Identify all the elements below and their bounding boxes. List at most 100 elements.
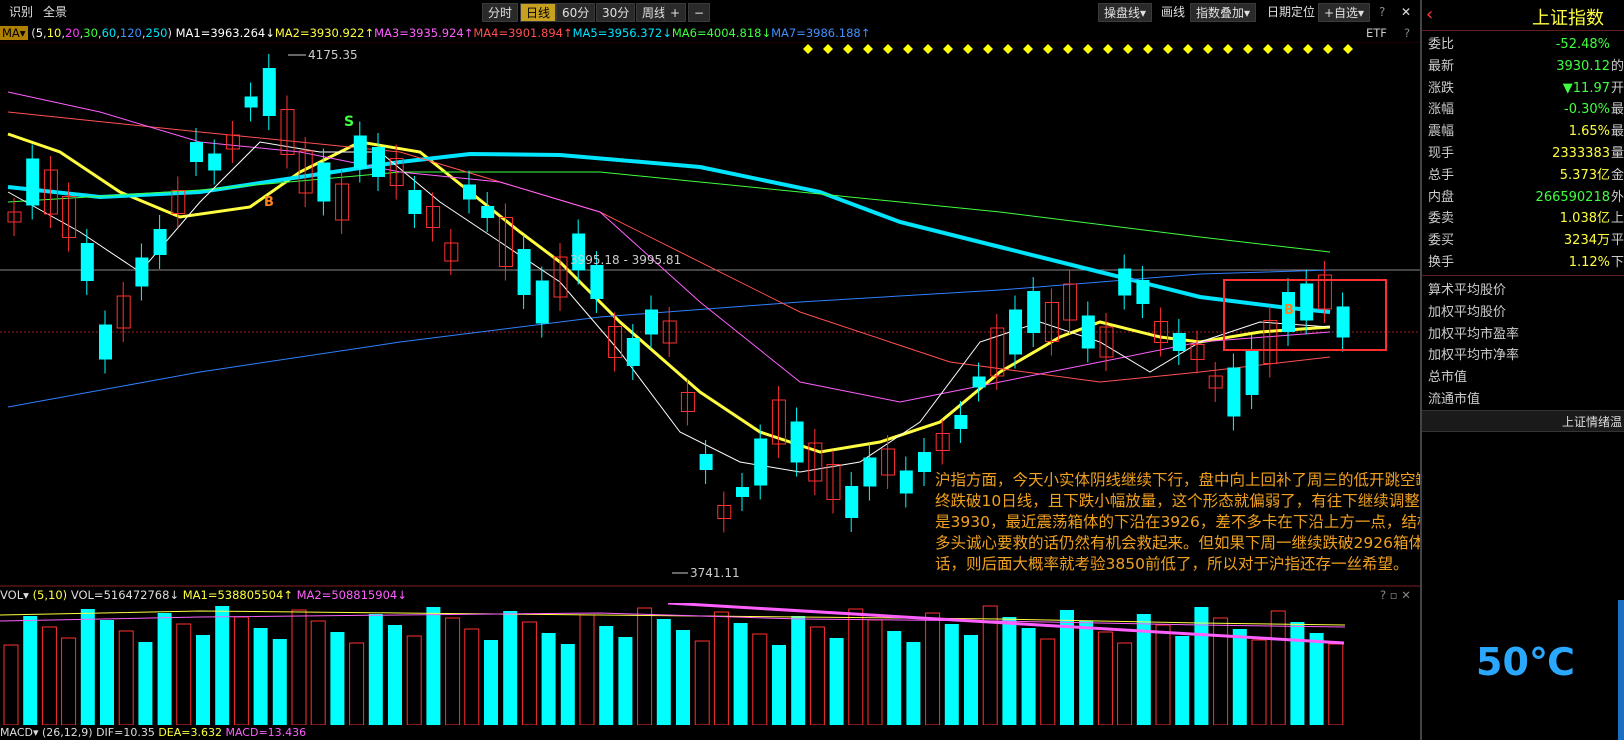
ma-param: 120 [119,26,142,40]
low-price-label: 3741.11 [690,566,740,580]
date-locate-button[interactable]: 日期定位 [1262,3,1320,22]
index-overlay-dropdown[interactable]: 指数叠加▾ [1190,3,1257,22]
vol-window-controls[interactable]: ? ▫ ✕ [1380,587,1411,603]
quote-label: 涨幅 [1428,102,1455,118]
tab-intraday[interactable]: 分时 [482,3,519,22]
candle-body [463,184,476,200]
stat-row: 流通市值 [1428,389,1624,410]
zoom-in-button[interactable]: + [664,3,687,22]
macd-indicator-bar: MACD▾ (26,12,9) DIF=10.35 DEA=3.632 MACD… [0,726,1420,740]
panorama-button[interactable]: 全景 [38,3,72,22]
volume-bar [1079,621,1094,725]
volume-bar [1328,643,1344,725]
volume-bar [330,632,345,725]
volume-bar [80,609,95,725]
quote-value: 1.12% [1568,255,1610,270]
ma-value: MA3=3935.924↑ [374,26,474,40]
diamond-marker [823,44,833,54]
candle-body [1300,283,1314,321]
volume-bar [791,616,806,725]
ma-value: MA7=3986.188↑ [771,26,871,40]
quote-extra-label: 平 [1610,233,1624,249]
draw-line-button[interactable]: 画线 [1156,3,1190,22]
vol-value: VOL=516472768↓ [70,588,180,602]
candle-body [208,153,222,171]
quote-value: 3930.12 [1556,58,1610,74]
quote-extra-label: 最 [1610,102,1624,118]
diamond-marker [1263,44,1273,54]
ma-value: MA2=3930.922↑ [274,26,375,40]
candle-body [645,309,658,335]
quote-row: 涨幅 -0.30% 最 [1428,99,1624,120]
candle-body [80,243,94,281]
trade-line-dropdown[interactable]: 操盘线▾ [1098,3,1153,22]
candle-body [972,376,986,388]
candle-body [262,68,276,116]
volume-bar [944,624,959,725]
quote-extra-label: 下 [1610,255,1624,270]
volume-bar [1309,633,1324,725]
macd-selector[interactable]: MACD▾ [0,726,39,739]
volume-bar [406,635,422,725]
ma-selector[interactable]: MA▾ [0,26,28,40]
etf-label[interactable]: ETF [1366,25,1387,42]
tab-30min[interactable]: 30分 [596,3,636,22]
ma-param: 5 [35,26,44,40]
back-icon[interactable]: ‹ [1426,4,1433,25]
volume-bar [887,631,902,725]
volume-bar [1232,629,1247,725]
volume-chart[interactable] [0,603,1420,725]
volume-bar [368,614,383,725]
volume-bar [829,638,844,725]
candle-body [754,438,768,486]
diamond-marker [1143,44,1153,54]
candle-body [1009,309,1022,355]
chart-toolbar: 识别 全景 分时 日线 60分 30分 周线▾ + − 操盘线▾ 画线 指数叠加… [0,0,1420,24]
zoom-out-button[interactable]: − [688,3,711,22]
diamond-marker [1323,44,1333,54]
volume-bar [388,625,402,725]
stat-label: 加权平均市净率 [1428,348,1520,364]
help-icon[interactable]: ? [1374,3,1390,22]
candle-body [1118,268,1132,296]
volume-bar [1021,628,1036,725]
volume-bar [61,637,77,725]
stat-label: 总市值 [1428,370,1468,386]
volume-bar [752,633,768,725]
quote-label: 最新 [1428,58,1455,74]
vol-selector[interactable]: VOL▾ [0,588,29,602]
volume-bar [233,616,249,725]
volume-bar [733,623,748,725]
diamond-marker [1023,44,1033,54]
quote-label: 委卖 [1428,211,1455,227]
diamond-marker [963,44,973,54]
ma-line [7,151,1331,314]
volume-bar [713,611,729,725]
quote-row: 委比 -52.48% [1428,34,1624,55]
ma-param: 60 [101,26,117,40]
volume-bar [1290,622,1305,725]
watchlist-dropdown[interactable]: +自选▾ [1318,3,1371,22]
quote-row: 震幅 1.65% 最 [1428,121,1624,142]
ma-help-icon[interactable]: ? [1404,25,1410,42]
sell-signal: S [344,114,354,130]
volume-bar [579,614,595,725]
quote-row: 最新 3930.12 的 [1428,56,1624,77]
candle-body [190,142,203,162]
tab-60min[interactable]: 60分 [556,3,596,22]
recognize-button[interactable]: 识别 [4,3,38,22]
close-icon[interactable]: ✕ [1396,3,1416,22]
mood-title: 上证情绪温 [1562,415,1623,429]
candle-body [899,470,913,494]
quote-extra-label: 外 [1610,189,1624,205]
volume-bar [521,621,537,725]
buy-signal-2: B [1284,303,1294,318]
stat-row: 算术平均股价 [1428,280,1624,301]
volume-bar [1270,610,1286,725]
tab-daily[interactable]: 日线 [520,3,557,22]
quote-row: 委买 3234万平 [1428,230,1624,251]
volume-bar [291,609,307,725]
candle-body [1227,367,1241,417]
candle-body [863,457,877,487]
volume-bar [23,616,38,725]
